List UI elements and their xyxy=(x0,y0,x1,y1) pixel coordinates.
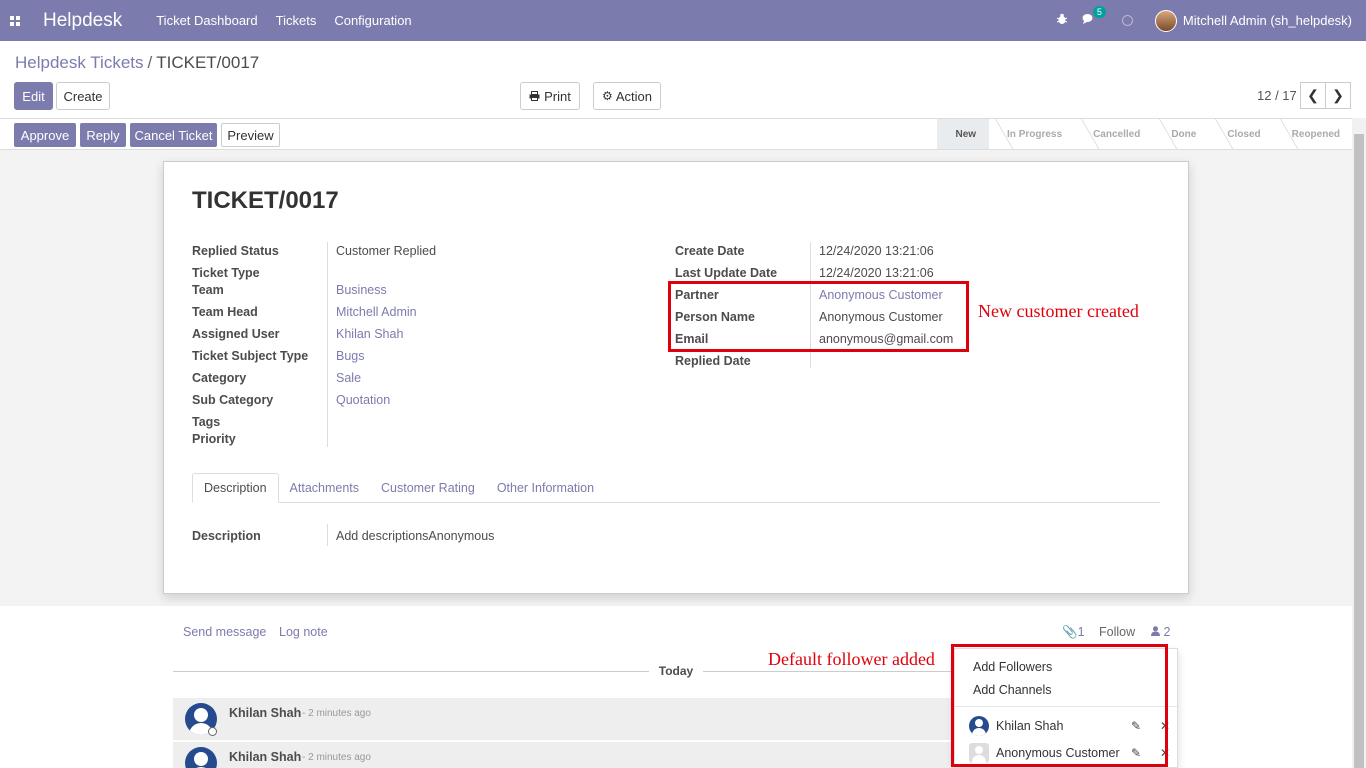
chevron-left-icon: ❮ xyxy=(1307,87,1319,103)
last-update-date-label: Last Update Date xyxy=(675,266,778,280)
create-date-value: 12/24/2020 13:21:06 xyxy=(819,244,934,258)
message-author[interactable]: Khilan Shah xyxy=(229,706,301,720)
send-message-button[interactable]: Send message xyxy=(183,625,266,639)
top-navbar: Helpdesk Ticket Dashboard Tickets Config… xyxy=(0,0,1366,41)
follower-annotation: Default follower added xyxy=(768,649,935,669)
sub-category-value[interactable]: Quotation xyxy=(336,393,390,407)
stage-closed[interactable]: Closed xyxy=(1209,119,1273,149)
team-label: Team xyxy=(192,283,224,297)
preview-button[interactable]: Preview xyxy=(221,123,280,147)
tab-attachments[interactable]: Attachments xyxy=(279,473,370,503)
replied-status-label: Replied Status xyxy=(192,244,279,258)
category-value[interactable]: Sale xyxy=(336,371,361,385)
notebook-tabs: Description Attachments Customer Rating … xyxy=(192,473,1160,503)
assigned-user-label: Assigned User xyxy=(192,327,280,341)
log-note-button[interactable]: Log note xyxy=(279,625,328,639)
breadcrumb-current: TICKET/0017 xyxy=(156,53,260,72)
ticket-type-label: Ticket Type xyxy=(192,266,260,280)
apps-menu-icon[interactable] xyxy=(0,0,30,41)
cancel-ticket-button[interactable]: Cancel Ticket xyxy=(130,123,217,147)
customer-annotation: New customer created xyxy=(978,301,1139,321)
ticket-form-sheet: TICKET/0017 Replied Status Customer Repl… xyxy=(163,161,1189,594)
stage-in-progress[interactable]: In Progress xyxy=(989,119,1075,149)
message-time: - 2 minutes ago xyxy=(302,708,371,719)
message-item: Khilan Shah - 2 minutes ago xyxy=(173,742,953,768)
create-date-label: Create Date xyxy=(675,244,745,258)
debug-icon[interactable] xyxy=(1056,13,1068,28)
description-value[interactable]: Add descriptionsAnonymous xyxy=(336,529,494,543)
stage-done[interactable]: Done xyxy=(1153,119,1209,149)
ticket-title: TICKET/0017 xyxy=(192,187,339,214)
team-head-label: Team Head xyxy=(192,305,258,319)
chat-count-badge: 5 xyxy=(1092,6,1106,18)
attachments-button[interactable]: 📎1 xyxy=(1062,625,1085,640)
activity-clock-icon[interactable] xyxy=(1121,15,1133,26)
stage-pipeline: New In Progress Cancelled Done Closed Re… xyxy=(937,119,1353,149)
print-label: Print xyxy=(544,88,571,104)
followers-count: 2 xyxy=(1163,625,1171,639)
left-group-divider xyxy=(327,242,328,447)
scrollbar-thumb[interactable] xyxy=(1354,134,1364,768)
pager-next-button[interactable]: ❯ xyxy=(1325,82,1351,109)
print-icon xyxy=(529,91,540,101)
stage-reopened[interactable]: Reopened xyxy=(1274,119,1353,149)
replied-date-label: Replied Date xyxy=(675,354,751,368)
menu-configuration[interactable]: Configuration xyxy=(334,13,411,28)
message-author[interactable]: Khilan Shah xyxy=(229,750,301,764)
tags-label: Tags xyxy=(192,415,221,429)
stage-cancelled[interactable]: Cancelled xyxy=(1075,119,1153,149)
author-avatar[interactable] xyxy=(185,747,217,768)
app-brand[interactable]: Helpdesk xyxy=(43,10,122,32)
print-button[interactable]: Print xyxy=(520,82,580,110)
date-separator-today: Today xyxy=(649,664,703,678)
action-button[interactable]: ⚙ Action xyxy=(593,82,661,110)
category-label: Category xyxy=(192,371,247,385)
menu-tickets[interactable]: Tickets xyxy=(276,13,317,28)
edit-button[interactable]: Edit xyxy=(14,82,53,110)
description-label: Description xyxy=(192,529,261,543)
tab-description[interactable]: Description xyxy=(192,473,279,503)
description-divider xyxy=(327,524,328,546)
replied-status-value[interactable]: Customer Replied xyxy=(336,244,436,258)
chevron-right-icon: ❯ xyxy=(1332,87,1344,103)
follower-highlight-box xyxy=(951,644,1168,767)
status-bar: Approve Reply Cancel Ticket Preview New … xyxy=(0,118,1366,150)
approve-button[interactable]: Approve xyxy=(14,123,76,147)
breadcrumb: Helpdesk Tickets / TICKET/0017 xyxy=(15,53,259,73)
messaging-icon[interactable]: 5 xyxy=(1082,6,1106,28)
create-button[interactable]: Create xyxy=(56,82,110,110)
pager-previous-button[interactable]: ❮ xyxy=(1300,82,1326,109)
team-head-value[interactable]: Mitchell Admin xyxy=(336,305,417,319)
sub-category-label: Sub Category xyxy=(192,393,274,407)
tab-other-information[interactable]: Other Information xyxy=(486,473,605,503)
message-item: Khilan Shah - 2 minutes ago xyxy=(173,698,953,740)
paperclip-icon: 📎 xyxy=(1062,625,1078,639)
main-menu: Ticket Dashboard Tickets Configuration xyxy=(156,13,429,28)
reply-button[interactable]: Reply xyxy=(80,123,126,147)
user-icon xyxy=(1151,626,1160,636)
ticket-subject-type-value[interactable]: Bugs xyxy=(336,349,365,363)
stage-new[interactable]: New xyxy=(937,119,990,149)
user-avatar[interactable] xyxy=(1154,9,1177,32)
team-value[interactable]: Business xyxy=(336,283,387,297)
page-scrollbar[interactable] xyxy=(1352,118,1366,768)
customer-highlight-box xyxy=(668,281,969,352)
action-label: Action xyxy=(615,88,652,104)
user-menu[interactable]: Mitchell Admin (sh_helpdesk) xyxy=(1183,13,1352,28)
last-update-date-value: 12/24/2020 13:21:06 xyxy=(819,266,934,280)
assigned-user-value[interactable]: Khilan Shah xyxy=(336,327,403,341)
pager-value[interactable]: 12 / 17 xyxy=(1257,88,1297,103)
ticket-subject-type-label: Ticket Subject Type xyxy=(192,349,309,363)
breadcrumb-separator: / xyxy=(147,53,153,72)
message-time: - 2 minutes ago xyxy=(302,752,371,763)
breadcrumb-parent[interactable]: Helpdesk Tickets xyxy=(15,53,144,72)
presence-status-icon xyxy=(208,727,217,736)
follow-button[interactable]: Follow xyxy=(1099,625,1135,639)
menu-ticket-dashboard[interactable]: Ticket Dashboard xyxy=(156,13,257,28)
gear-icon: ⚙ xyxy=(602,89,613,103)
attachments-count: 1 xyxy=(1077,625,1085,639)
priority-label: Priority xyxy=(192,432,236,446)
followers-button[interactable]: 2 xyxy=(1151,625,1170,639)
tab-customer-rating[interactable]: Customer Rating xyxy=(370,473,486,503)
